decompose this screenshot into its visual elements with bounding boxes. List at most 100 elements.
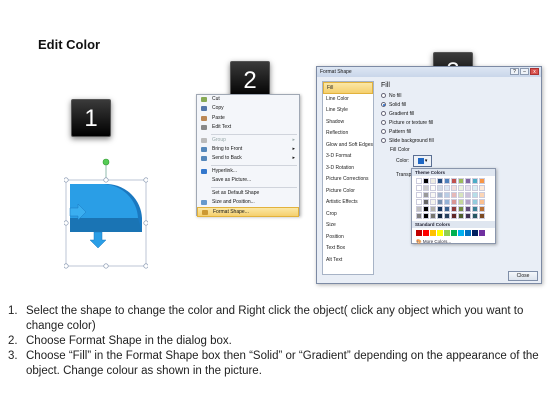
no-fill-radio[interactable]: No fill [381,93,402,99]
color-swatch[interactable] [451,185,457,191]
minimize-button[interactable]: – [520,68,529,75]
category-picture-color[interactable]: Picture Color [323,186,373,198]
color-swatch[interactable] [444,206,450,212]
color-swatch[interactable] [423,185,429,191]
color-swatch[interactable] [416,230,422,236]
color-swatch[interactable] [423,206,429,212]
color-swatch[interactable] [451,230,457,236]
color-swatch[interactable] [430,213,436,219]
color-swatch[interactable] [479,185,485,191]
color-swatch[interactable] [458,213,464,219]
color-swatch[interactable] [423,213,429,219]
color-swatch[interactable] [416,199,422,205]
quarter-circle-shape[interactable] [64,158,148,270]
color-swatch[interactable] [451,206,457,212]
color-swatch[interactable] [430,206,436,212]
menu-item-edit-text[interactable]: Edit Text [197,123,299,132]
menu-item-hyperlink[interactable]: Hyperlink... [197,167,299,176]
category-artistic-effects[interactable]: Artistic Effects [323,197,373,209]
category-line-style[interactable]: Line Style [323,105,373,117]
color-swatch[interactable] [451,192,457,198]
color-swatch[interactable] [437,213,443,219]
category-3d-rotation[interactable]: 3-D Rotation [323,163,373,175]
color-swatch[interactable] [458,192,464,198]
category-line-color[interactable]: Line Color [323,94,373,106]
color-swatch[interactable] [472,206,478,212]
color-swatch[interactable] [479,199,485,205]
category-size[interactable]: Size [323,220,373,232]
color-swatch[interactable] [416,206,422,212]
category-3d-format[interactable]: 3-D Format [323,151,373,163]
menu-item-save-as-picture[interactable]: Save as Picture... [197,176,299,185]
color-swatch[interactable] [444,213,450,219]
gradient-fill-radio[interactable]: Gradient fill [381,111,414,117]
color-swatch[interactable] [458,185,464,191]
color-swatch[interactable] [430,178,436,184]
color-swatch[interactable] [458,199,464,205]
color-swatch[interactable] [430,192,436,198]
color-swatch[interactable] [451,178,457,184]
color-swatch[interactable] [437,185,443,191]
category-shadow[interactable]: Shadow [323,117,373,129]
color-swatch[interactable] [451,199,457,205]
color-swatch[interactable] [437,192,443,198]
color-swatch[interactable] [430,199,436,205]
category-reflection[interactable]: Reflection [323,128,373,140]
color-swatch[interactable] [479,230,485,236]
color-swatch[interactable] [416,213,422,219]
color-swatch[interactable] [444,178,450,184]
menu-item-set-default-shape[interactable]: Set as Default Shape [197,189,299,198]
close-button[interactable]: Close [508,271,538,281]
color-swatch[interactable] [451,213,457,219]
color-swatch[interactable] [423,192,429,198]
menu-item-bring-to-front[interactable]: Bring to Front ▸ [197,145,299,154]
category-glow[interactable]: Glow and Soft Edges [323,140,373,152]
more-colors-link[interactable]: 🎨 More Colors... [412,238,495,245]
color-swatch[interactable] [465,199,471,205]
color-swatch[interactable] [472,199,478,205]
close-icon[interactable]: x [530,68,539,75]
color-swatch[interactable] [416,192,422,198]
color-swatch[interactable] [437,199,443,205]
color-swatch[interactable] [472,192,478,198]
color-swatch[interactable] [472,213,478,219]
color-swatch[interactable] [465,230,471,236]
solid-fill-radio[interactable]: Solid fill [381,102,406,108]
pattern-fill-radio[interactable]: Pattern fill [381,129,411,135]
category-text-box[interactable]: Text Box [323,243,373,255]
menu-item-size-position[interactable]: Size and Position... [197,198,299,207]
color-swatch[interactable] [437,230,443,236]
menu-item-cut[interactable]: Cut [197,95,299,104]
color-swatch[interactable] [430,230,436,236]
color-swatch[interactable] [458,206,464,212]
color-swatch[interactable] [458,230,464,236]
color-swatch[interactable] [444,199,450,205]
menu-item-format-shape[interactable]: Format Shape... [197,207,299,217]
color-swatch[interactable] [479,178,485,184]
color-swatch[interactable] [416,178,422,184]
color-swatch[interactable] [465,206,471,212]
category-position[interactable]: Position [323,232,373,244]
color-swatch[interactable] [444,230,450,236]
menu-item-copy[interactable]: Copy [197,104,299,113]
color-swatch[interactable] [472,185,478,191]
color-swatch[interactable] [437,206,443,212]
color-swatch[interactable] [423,230,429,236]
category-crop[interactable]: Crop [323,209,373,221]
help-button[interactable]: ? [510,68,519,75]
color-swatch[interactable] [416,185,422,191]
color-swatch[interactable] [430,185,436,191]
color-swatch[interactable] [465,213,471,219]
color-swatch[interactable] [479,213,485,219]
color-swatch[interactable] [458,178,464,184]
slide-background-fill-radio[interactable]: Slide background fill [381,138,434,144]
picture-fill-radio[interactable]: Picture or texture fill [381,120,433,126]
color-swatch[interactable] [465,192,471,198]
color-picker-button[interactable]: ▾ [413,155,432,167]
color-swatch[interactable] [472,178,478,184]
color-swatch[interactable] [479,206,485,212]
category-alt-text[interactable]: Alt Text [323,255,373,267]
color-swatch[interactable] [444,185,450,191]
color-swatch[interactable] [472,230,478,236]
color-swatch[interactable] [465,178,471,184]
